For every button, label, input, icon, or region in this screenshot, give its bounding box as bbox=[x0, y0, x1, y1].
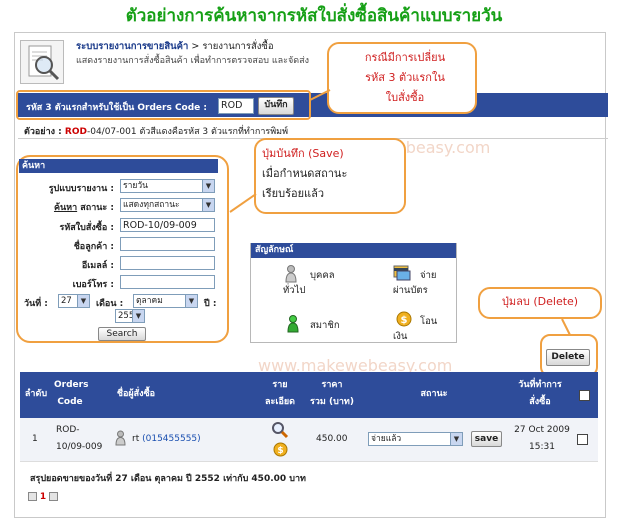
col-date: วันที่ทำการ สั่งซื้อ bbox=[518, 380, 562, 407]
first-page-icon[interactable] bbox=[28, 492, 37, 501]
legend-item-general: บุคคล bbox=[310, 270, 335, 281]
current-page[interactable]: 1 bbox=[40, 492, 46, 502]
row-save-button[interactable]: save bbox=[471, 431, 502, 447]
order-code-field[interactable]: ROD-10/09-009 bbox=[120, 218, 215, 232]
example-line: ตัวอย่าง : ROD-04/07-001 ตัวสีแดงคือรหัส… bbox=[24, 124, 288, 138]
row-price: 450.00 bbox=[316, 434, 348, 444]
person-green-icon bbox=[287, 315, 299, 336]
chevron-down-icon: ▼ bbox=[132, 310, 144, 322]
legend-item-general-2: ทั่วไป bbox=[283, 285, 306, 296]
callout-save-text: ปุ่มบันทึก (Save) เมื่อกำหนดสถานะ เรียบร… bbox=[262, 147, 348, 200]
example-code: ROD bbox=[64, 127, 87, 137]
order-code-field-label: รหัสใบสั่งซื้อ : bbox=[59, 223, 114, 233]
legend-item-card-2: ผ่านบัตร bbox=[393, 285, 428, 296]
orders-table-header: ลำดับ Orders Code ชื่อผู้สั่งซื้อ ราย ละเอ… bbox=[20, 372, 598, 418]
order-code-highlight bbox=[16, 90, 311, 120]
legend-item-member: สมาชิก bbox=[310, 320, 340, 331]
col-index: ลำดับ bbox=[24, 389, 48, 399]
status-label: ค้นหา สถานะ : bbox=[53, 203, 114, 213]
callout-delete-text: ปุ่มลบ (Delete) bbox=[501, 295, 579, 308]
chevron-down-icon: ▼ bbox=[450, 433, 462, 445]
row-buyer: rt (015455555) bbox=[132, 434, 201, 444]
chevron-down-icon: ▼ bbox=[185, 295, 197, 307]
customer-input[interactable] bbox=[120, 237, 215, 251]
credit-card-icon bbox=[393, 265, 411, 284]
search-report-icon bbox=[20, 40, 64, 84]
person-grey-icon bbox=[115, 430, 126, 449]
row-index: 1 bbox=[32, 434, 38, 444]
month-label: เดือน : bbox=[96, 299, 124, 309]
phone-input[interactable] bbox=[120, 275, 215, 289]
legend-item-transfer-2: เงิน bbox=[393, 331, 408, 342]
delete-button[interactable]: Delete bbox=[546, 349, 590, 366]
legend-title: สัญลักษณ์ bbox=[251, 243, 456, 258]
email-label: อีเมลล์ : bbox=[81, 261, 114, 271]
callout-prefix-change-text: กรณีมีการเปลี่ยน รหัส 3 ตัวแรกใน ใบสั่งซ… bbox=[364, 51, 446, 104]
page-title: ตัวอย่างการค้นหาจากรหัสใบสั่งซื้อสินค้าแ… bbox=[125, 6, 503, 26]
email-input[interactable] bbox=[120, 256, 215, 270]
magnifier-detail-icon[interactable] bbox=[271, 421, 289, 442]
table-row: 1 ROD- 10/09-009 rt (015455555) $ 450.00 … bbox=[20, 418, 598, 462]
status-select[interactable]: แสดงทุกสถานะ ▼ bbox=[120, 198, 215, 212]
chevron-down-icon: ▼ bbox=[77, 295, 89, 307]
sales-summary: สรุปยอดขายของวันที่ 27 เดือน ตุลาคม ปี 2… bbox=[30, 474, 306, 484]
last-page-icon[interactable] bbox=[49, 492, 59, 501]
breadcrumb-link[interactable]: ระบบรายงานการขายสินค้า bbox=[76, 41, 188, 52]
breadcrumb: ระบบรายงานการขายสินค้า > รายงานการสั่งซื… bbox=[76, 39, 274, 54]
col-code: Orders Code bbox=[54, 380, 89, 407]
day-label: วันที่ : bbox=[24, 299, 48, 309]
chevron-down-icon: ▼ bbox=[202, 199, 214, 211]
report-type-label: รูปแบบรายงาน : bbox=[48, 184, 114, 194]
customer-label: ชื่อลูกค้า : bbox=[73, 242, 114, 252]
report-type-select[interactable]: รายวัน ▼ bbox=[120, 179, 215, 193]
col-buyer: ชื่อผู้สั่งซื้อ bbox=[116, 389, 156, 399]
row-checkbox[interactable] bbox=[577, 434, 588, 445]
legend-item-transfer: โอน bbox=[420, 316, 438, 327]
example-rest: -04/07-001 ตัวสีแดงคือรหัส 3 ตัวแรกที่ทำ… bbox=[86, 127, 289, 137]
page-subtitle: แสดงรายงานการสั่งซื้อสินค้า เพื่อทำการตร… bbox=[76, 56, 309, 66]
search-header: ค้นหา bbox=[19, 159, 218, 173]
buyer-phone-link[interactable]: (015455555) bbox=[142, 434, 201, 444]
row-order-code: ROD- 10/09-009 bbox=[56, 425, 103, 452]
svg-text:$: $ bbox=[401, 315, 408, 326]
legend-item-card: จ่าย bbox=[420, 270, 437, 281]
money-transfer-icon: $ bbox=[396, 311, 412, 330]
example-prefix: ตัวอย่าง : bbox=[24, 127, 65, 137]
callout-arrow bbox=[309, 89, 331, 101]
col-price: ราคา รวม (บาท) bbox=[310, 380, 354, 407]
row-date: 27 Oct 2009 15:31 bbox=[514, 425, 570, 452]
col-status: สถานะ bbox=[420, 389, 448, 399]
month-select[interactable]: ตุลาคม ▼ bbox=[133, 294, 198, 308]
day-select[interactable]: 27 ▼ bbox=[58, 294, 90, 308]
breadcrumb-separator: > bbox=[188, 41, 203, 52]
select-all-checkbox[interactable] bbox=[579, 390, 590, 401]
pagination: 1 bbox=[28, 492, 59, 502]
year-select[interactable]: 2552 ▼ bbox=[115, 309, 145, 323]
chevron-down-icon: ▼ bbox=[202, 180, 214, 192]
phone-label: เบอร์โทร : bbox=[72, 280, 114, 290]
year-label: ปี : bbox=[204, 299, 217, 309]
svg-text:$: $ bbox=[277, 446, 283, 456]
row-status-select[interactable]: จ่ายแล้ว ▼ bbox=[368, 432, 463, 446]
callout-arrow bbox=[229, 193, 257, 213]
search-button[interactable]: Search bbox=[98, 327, 146, 341]
money-transfer-icon: $ bbox=[273, 442, 288, 460]
col-detail: ราย ละเอียด bbox=[265, 380, 295, 407]
breadcrumb-current: รายงานการสั่งซื้อ bbox=[202, 41, 274, 52]
